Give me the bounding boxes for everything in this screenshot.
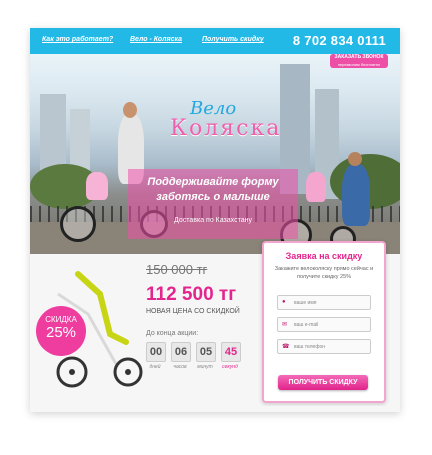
old-price: 150 000 тг [146, 262, 208, 277]
new-price-label: НОВАЯ ЦЕНА СО СКИДКОЙ [146, 308, 240, 315]
stroller-wheel [60, 206, 96, 242]
countdown-seconds-label: секунд [222, 364, 238, 370]
request-call-button[interactable]: ЗАКАЗАТЬ ЗВОНОК перезвоним бесплатно [330, 54, 388, 68]
nav-link-how-it-works[interactable]: Как это работает? [42, 36, 113, 43]
discount-badge: СКИДКА 25% [36, 306, 86, 356]
logo-kolyaska: Коляска [170, 116, 282, 141]
name-field[interactable]: ● ваше имя [277, 295, 371, 310]
phone-number: 8 702 834 0111 [292, 33, 386, 48]
nav-link-discount[interactable]: Получить скидку [202, 36, 264, 43]
email-field[interactable]: ✉ ваш e-mail [277, 317, 371, 332]
user-icon: ● [282, 299, 286, 305]
phone-icon: ☎ [282, 344, 290, 350]
woman-figure-right [342, 164, 370, 226]
countdown-days: 00 [146, 342, 166, 362]
hero-headline-2: заботясь о малыше [156, 191, 270, 203]
countdown-seconds: 45 [221, 342, 241, 362]
hero-headline-1: Поддерживайте форму [147, 176, 279, 188]
nav-link-product[interactable]: Вело - Коляска [130, 36, 182, 43]
discount-form: Заявка на скидку Закажите велоколяску пр… [262, 241, 386, 403]
countdown-label: До конца акции: [146, 330, 199, 337]
delivery-note: Доставка по Казахстану [174, 217, 252, 224]
envelope-icon: ✉ [282, 322, 288, 328]
form-title: Заявка на скидку [285, 251, 363, 261]
get-discount-button[interactable]: ПОЛУЧИТЬ СКИДКУ [278, 375, 368, 390]
countdown-hours-label: часов [173, 364, 187, 370]
child-figure-right [306, 172, 326, 202]
countdown-hours: 06 [171, 342, 191, 362]
countdown-minutes: 05 [196, 342, 216, 362]
phone-field[interactable]: ☎ ваш телефон [277, 339, 371, 354]
new-price: 112 500 тг [146, 284, 237, 305]
landing-page: Как это работает? Вело - Коляска Получит… [30, 28, 400, 412]
hero-banner: Вело Коляска Поддерживайте форму заботяс… [30, 54, 400, 254]
hero-caption-box: Поддерживайте форму заботясь о малыше До… [128, 169, 298, 239]
countdown-days-label: дней [149, 364, 161, 370]
form-subtitle: Закажите велоколяску прямо сейчас и полу… [274, 266, 374, 280]
top-nav-bar: Как это работает? Вело - Коляска Получит… [30, 28, 400, 54]
countdown-minutes-label: минут [197, 364, 213, 370]
torn-edge-decoration [30, 406, 400, 414]
child-figure-left [86, 172, 108, 200]
